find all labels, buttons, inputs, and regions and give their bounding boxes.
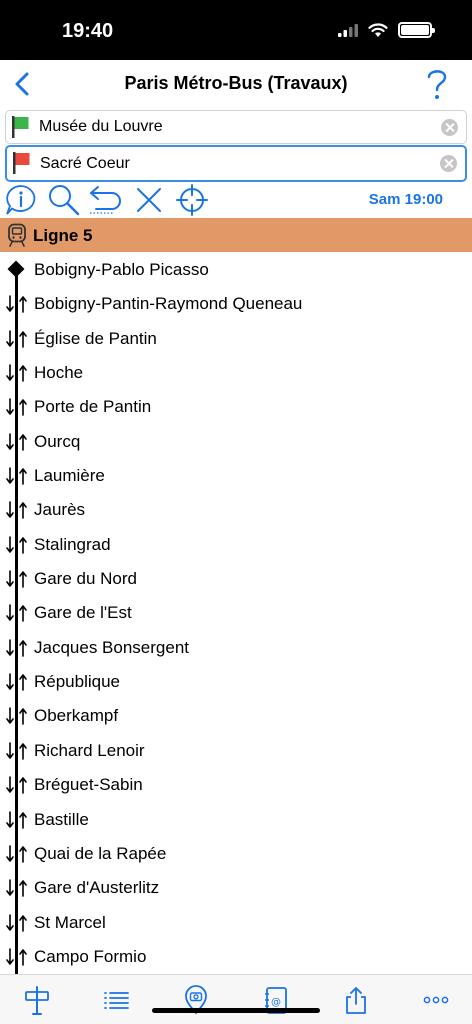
clear-origin-icon[interactable] [441,119,458,136]
battery-icon [398,22,435,38]
station-name: Richard Lenoir [34,740,145,760]
status-time: 19:40 [62,20,114,42]
station-name: Gare d'Austerlitz [34,878,160,898]
destination-input[interactable] [40,147,430,180]
origin-input[interactable] [39,111,429,143]
locate-icon[interactable] [174,183,210,217]
share-icon[interactable] [341,985,371,1015]
bidirectional-arrows-icon [6,673,27,691]
station-row[interactable]: Hoche [0,355,472,389]
bidirectional-arrows-icon [6,879,27,897]
station-name: Quai de la Rapée [34,843,167,863]
station-row[interactable]: Stalingrad [0,527,472,561]
departure-datetime[interactable]: Sam 19:00 [369,191,443,208]
station-list: Bobigny-Pablo Picasso Bobigny-Pantin-Raym… [0,252,472,980]
station-name: Oberkampf [34,706,119,726]
bidirectional-arrows-icon [6,948,27,966]
station-name: St Marcel [34,912,106,932]
bidirectional-arrows-icon [6,295,27,314]
home-indicator [152,1008,320,1013]
station-row[interactable]: Oberkampf [0,698,472,732]
bidirectional-arrows-icon [6,913,27,932]
destination-field[interactable] [5,145,467,182]
navigation-bar: Paris Métro-Bus (Travaux) [0,60,472,108]
green-flag-icon [12,116,29,138]
bidirectional-arrows-icon [6,845,27,863]
list-icon[interactable] [101,985,131,1015]
station-row[interactable]: Bréguet-Sabin [0,767,472,801]
station-name: Bobigny-Pablo Picasso [34,260,209,279]
station-row[interactable]: Jaurès [0,492,472,526]
station-name: Porte de Pantin [34,397,152,417]
close-icon[interactable] [131,183,167,217]
station-name: Bréguet-Sabin [34,775,143,795]
station-row[interactable]: Campo Formio [0,939,472,973]
bidirectional-arrows-icon [6,535,27,554]
info-icon[interactable] [3,183,39,217]
metro-train-icon [8,223,26,247]
page-title: Paris Métro-Bus (Travaux) [124,73,348,93]
origin-field[interactable] [5,110,467,144]
search-icon[interactable] [46,183,82,217]
station-name: Jaurès [34,500,86,520]
station-name: Église de Pantin [34,328,157,348]
bidirectional-arrows-icon [6,776,27,794]
station-row[interactable]: Église de Pantin [0,321,472,355]
station-row[interactable]: Gare de l'Est [0,595,472,629]
bidirectional-arrows-icon [6,364,27,382]
station-name: Gare de l'Est [34,603,132,623]
station-row[interactable]: Gare du Nord [0,561,472,595]
toolbar: Sam 19:00 [0,183,472,217]
signal-icon [338,24,358,37]
station-name: Bobigny-Pantin-Raymond Queneau [34,294,303,314]
station-row[interactable]: St Marcel [0,905,472,939]
station-name: Jacques Bonsergent [34,637,189,657]
station-row[interactable]: République [0,664,472,698]
svg-text:@: @ [271,997,281,1008]
signpost-icon[interactable] [22,985,52,1015]
station-row[interactable]: Ourcq [0,424,472,458]
station-name: Bastille [34,809,89,829]
bidirectional-arrows-icon [6,742,27,760]
bidirectional-arrows-icon [6,398,27,417]
clear-destination-icon[interactable] [440,155,457,172]
station-name: Hoche [34,363,84,383]
more-icon[interactable] [421,985,451,1015]
station-row[interactable]: Porte de Pantin [0,389,472,423]
station-row[interactable]: Quai de la Rapée [0,836,472,870]
station-row[interactable]: Laumière [0,458,472,492]
station-row[interactable]: Gare d'Austerlitz [0,870,472,904]
station-name: Campo Formio [34,946,147,966]
station-name: Gare du Nord [34,569,137,589]
line-label: Ligne 5 [33,226,93,245]
bidirectional-arrows-icon [6,810,27,829]
bidirectional-arrows-icon [6,501,27,520]
station-name: Laumière [34,466,105,486]
bidirectional-arrows-icon [6,432,27,451]
line-header: Ligne 5 [0,218,472,252]
bidirectional-arrows-icon [6,467,27,485]
bidirectional-arrows-icon [6,604,27,623]
help-question-icon[interactable] [424,66,450,102]
bidirectional-arrows-icon [6,638,27,657]
bidirectional-arrows-icon [6,570,27,588]
wifi-icon [368,22,388,37]
station-row[interactable]: Bastille [0,802,472,836]
undo-icon[interactable] [88,183,124,217]
bidirectional-arrows-icon [6,329,27,348]
bidirectional-arrows-icon [6,707,27,726]
status-bar: 19:40 [0,0,472,60]
station-row[interactable]: Jacques Bonsergent [0,630,472,664]
station-name: République [34,672,121,692]
station-row[interactable]: Richard Lenoir [0,733,472,767]
station-name: Ourcq [34,431,81,451]
station-row[interactable]: Bobigny-Pantin-Raymond Queneau [0,286,472,320]
station-name: Stalingrad [34,534,111,554]
station-row[interactable]: Bobigny-Pablo Picasso [0,252,472,286]
terminus-diamond-icon [7,260,25,278]
red-flag-icon [13,152,30,174]
tab-bar: @ [0,974,472,1024]
